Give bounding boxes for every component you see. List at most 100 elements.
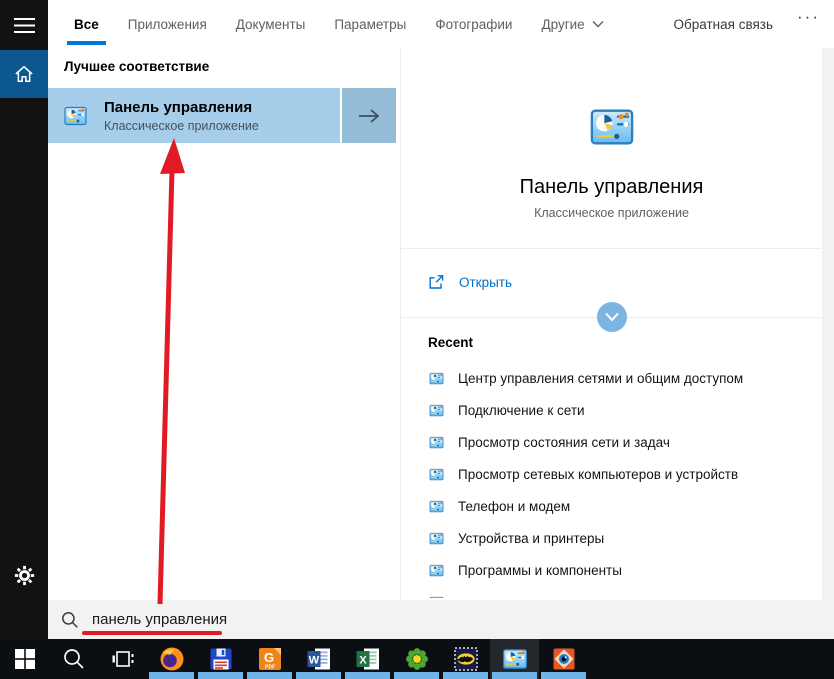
- running-indicator: [492, 672, 537, 679]
- recent-item[interactable]: Центр управления сетями и общим доступом: [401, 362, 822, 394]
- taskbar-excel[interactable]: X: [343, 639, 392, 679]
- chevron-down-icon: [604, 312, 619, 322]
- tab-all[interactable]: Все: [67, 0, 106, 48]
- running-indicator: [247, 672, 292, 679]
- feedback-link[interactable]: Обратная связь: [674, 17, 773, 32]
- faststone-eye-icon: [553, 648, 574, 670]
- chevron-down-icon: [592, 21, 604, 28]
- overflow-menu-button[interactable]: ···: [797, 7, 820, 27]
- taskbar-pdf-app[interactable]: G PDF: [245, 639, 294, 679]
- svg-text:PDF: PDF: [265, 665, 275, 671]
- task-view-button[interactable]: [98, 639, 147, 679]
- tab-settings[interactable]: Параметры: [334, 0, 406, 48]
- floppy-disk-icon: [210, 648, 231, 670]
- batman-stamp-icon: [453, 647, 478, 671]
- tab-settings-label: Параметры: [334, 16, 407, 32]
- word-icon: W: [307, 648, 330, 670]
- excel-icon: X: [356, 648, 379, 670]
- running-indicator: [394, 672, 439, 679]
- best-match-item[interactable]: Панель управления Классическое приложени…: [48, 88, 396, 143]
- task-view-icon: [112, 651, 133, 667]
- divider: [401, 248, 822, 249]
- control-panel-icon: [62, 104, 89, 128]
- hamburger-menu-button[interactable]: [0, 2, 48, 50]
- taskbar-faststone[interactable]: [539, 639, 588, 679]
- best-match-title: Панель управления: [104, 98, 253, 116]
- tab-photos-label: Фотографии: [435, 16, 513, 32]
- tab-documents-label: Документы: [235, 16, 306, 32]
- svg-text:G: G: [263, 650, 273, 665]
- search-box[interactable]: панель управления: [48, 600, 834, 639]
- recent-item[interactable]: Подключение к сети: [401, 394, 822, 426]
- rail-home-button[interactable]: [0, 50, 48, 98]
- expand-result-button[interactable]: [340, 88, 396, 143]
- running-indicator: [149, 672, 194, 679]
- arrow-right-icon: [359, 108, 380, 123]
- taskbar: G PDF W X: [0, 639, 834, 679]
- taskbar-icq[interactable]: [392, 639, 441, 679]
- recent-item[interactable]: Телефон и модем: [401, 490, 822, 522]
- tab-more-label: Другие: [541, 16, 585, 32]
- control-panel-small-icon: [428, 563, 445, 578]
- tab-more[interactable]: Другие: [541, 0, 604, 48]
- control-panel-icon: [502, 646, 528, 672]
- preview-pane: Панель управления Классическое приложени…: [401, 48, 822, 598]
- search-query[interactable]: панель управления: [92, 611, 227, 628]
- hamburger-icon: [13, 18, 35, 33]
- control-panel-large-icon: [583, 104, 641, 150]
- right-gutter: [822, 48, 834, 600]
- svg-text:X: X: [359, 655, 367, 667]
- svg-text:W: W: [308, 655, 319, 667]
- tab-all-label: Все: [74, 16, 99, 32]
- best-match-header: Лучшее соответствие: [64, 59, 210, 74]
- windows-search-flyout: Все Приложения Документы Параметры Фотог…: [0, 0, 834, 679]
- open-action[interactable]: Открыть: [401, 264, 822, 300]
- running-indicator: [443, 672, 488, 679]
- recent-item[interactable]: Устройства и принтеры: [401, 522, 822, 554]
- pdf-app-icon: G PDF: [258, 648, 281, 671]
- running-indicator: [345, 672, 390, 679]
- rail-settings-button[interactable]: [0, 551, 48, 599]
- open-external-icon: [429, 274, 444, 289]
- control-panel-small-icon: [428, 371, 445, 386]
- best-match-text: Панель управления Классическое приложени…: [104, 99, 340, 133]
- tab-photos[interactable]: Фотографии: [435, 0, 512, 48]
- recent-item-clipped[interactable]: [401, 586, 822, 598]
- control-panel-small-icon: [428, 531, 445, 546]
- expand-preview-button[interactable]: [596, 302, 627, 332]
- search-icon: [63, 649, 84, 669]
- taskbar-firefox[interactable]: [147, 639, 196, 679]
- recent-list: Центр управления сетями и общим доступом…: [401, 362, 822, 598]
- home-icon: [15, 65, 33, 83]
- recent-item[interactable]: Просмотр состояния сети и задач: [401, 426, 822, 458]
- recent-item[interactable]: Просмотр сетевых компьютеров и устройств: [401, 458, 822, 490]
- open-label: Открыть: [459, 274, 513, 290]
- taskbar-batman-app[interactable]: [441, 639, 490, 679]
- control-panel-small-icon: [428, 467, 445, 482]
- control-panel-small-icon: [428, 595, 445, 599]
- recent-header: Recent: [428, 335, 474, 350]
- running-indicator: [198, 672, 243, 679]
- control-panel-small-icon: [428, 499, 445, 514]
- preview-title: Панель управления: [519, 176, 704, 198]
- firefox-icon: [160, 647, 183, 671]
- tab-apps-label: Приложения: [127, 16, 207, 32]
- results-pane: Лучшее соответствие Панель управления Кл…: [48, 48, 400, 600]
- start-button[interactable]: [0, 639, 49, 679]
- taskbar-search-button[interactable]: [49, 639, 98, 679]
- icq-flower-icon: [405, 648, 428, 670]
- tab-apps[interactable]: Приложения: [128, 0, 207, 48]
- preview-subtitle: Классическое приложение: [534, 206, 689, 220]
- taskbar-floppy-app[interactable]: [196, 639, 245, 679]
- taskbar-control-panel[interactable]: [490, 639, 539, 679]
- search-filter-bar: Все Приложения Документы Параметры Фотог…: [48, 0, 834, 48]
- running-indicator: [541, 672, 586, 679]
- taskbar-word[interactable]: W: [294, 639, 343, 679]
- tab-documents[interactable]: Документы: [236, 0, 306, 48]
- control-panel-small-icon: [428, 435, 445, 450]
- navigation-rail: [0, 0, 48, 639]
- running-indicator: [296, 672, 341, 679]
- gear-icon: [14, 565, 34, 585]
- search-icon: [62, 611, 78, 628]
- recent-item[interactable]: Программы и компоненты: [401, 554, 822, 586]
